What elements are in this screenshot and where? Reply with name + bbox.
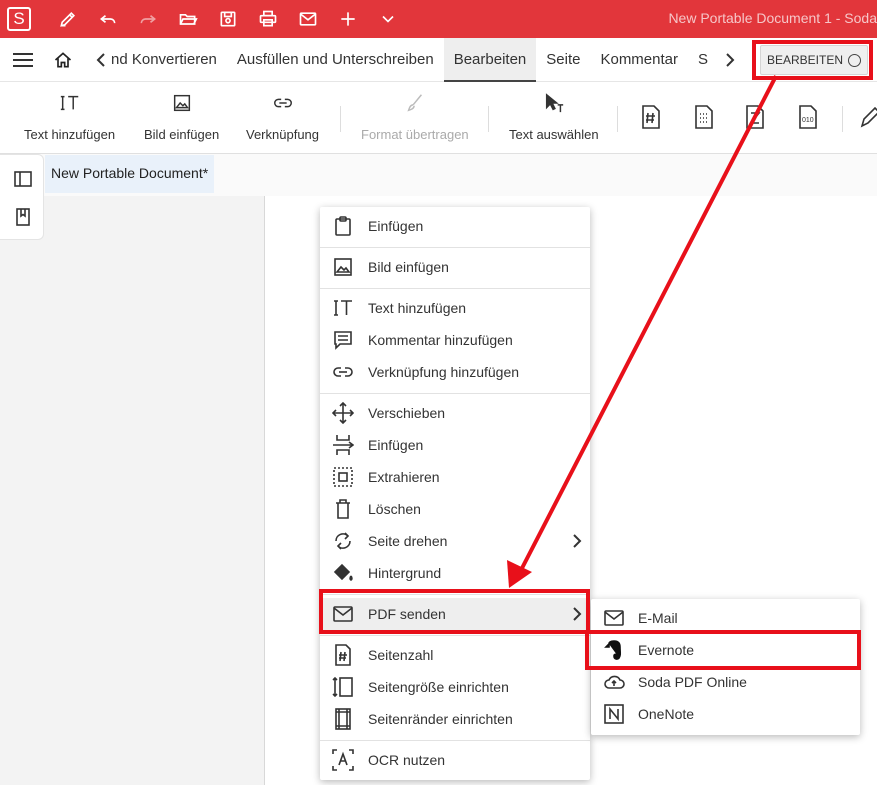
svg-text:010: 010	[802, 117, 814, 124]
panel-icon[interactable]	[13, 169, 33, 189]
plus-icon[interactable]	[337, 8, 359, 30]
menu-item-add-comment[interactable]: Kommentar hinzufügen	[320, 324, 590, 356]
onenote-icon	[603, 703, 625, 725]
annotation-highlight-edit-toggle	[752, 40, 873, 80]
menu-item-delete[interactable]: Löschen	[320, 493, 590, 525]
text-add-icon	[332, 297, 354, 319]
edit-icon[interactable]	[858, 104, 877, 130]
tab-bearbeiten[interactable]: Bearbeiten	[443, 37, 537, 82]
chevron-down-icon[interactable]	[377, 8, 399, 30]
menu-divider	[320, 247, 590, 248]
mail-icon	[603, 607, 625, 629]
page-grid-icon[interactable]	[692, 104, 716, 130]
rotate-icon	[332, 530, 354, 552]
tab-konvertieren[interactable]: nd Konvertieren	[107, 38, 227, 82]
trash-icon	[332, 498, 354, 520]
ribbon-tabs: nd Konvertieren Ausfüllen und Unterschre…	[0, 37, 877, 82]
tab-ausfuellen[interactable]: Ausfüllen und Unterschreiben	[227, 38, 444, 82]
menu-item-add-text[interactable]: Text hinzufügen	[320, 292, 590, 324]
document-tab[interactable]: New Portable Document*	[45, 155, 214, 193]
menu-item-insert-image[interactable]: Bild einfügen	[320, 251, 590, 283]
chevron-right-icon[interactable]	[724, 50, 736, 70]
mail-icon[interactable]	[297, 8, 319, 30]
select-text-button[interactable]: Text auswählen	[509, 92, 599, 142]
page-z-icon[interactable]	[743, 104, 767, 130]
title-bar: S New Portable Document 1 - Soda	[0, 0, 877, 38]
submenu-chevron-icon	[572, 534, 582, 548]
ocr-icon	[332, 749, 354, 771]
tab-s-truncated[interactable]: S	[688, 38, 718, 82]
print-icon[interactable]	[257, 8, 279, 30]
menu-item-paste[interactable]: Einfügen	[320, 210, 590, 242]
home-icon[interactable]	[53, 50, 73, 70]
app-logo[interactable]: S	[7, 7, 31, 31]
link-icon	[332, 361, 354, 383]
chevron-left-icon[interactable]	[95, 50, 107, 70]
menu-item-page-size[interactable]: Seitengröße einrichten	[320, 671, 590, 703]
page-margins-icon	[332, 708, 354, 730]
menu-item-page-number[interactable]: Seitenzahl	[320, 639, 590, 671]
context-menu: Einfügen Bild einfügen Text hinzufügen K…	[320, 207, 590, 780]
brush-icon	[404, 92, 426, 119]
link-icon	[272, 92, 294, 119]
tab-seite[interactable]: Seite	[536, 38, 590, 82]
menu-item-background[interactable]: Hintergrund	[320, 557, 590, 589]
ribbon-divider	[488, 106, 489, 132]
window-title: New Portable Document 1 - Soda	[668, 10, 877, 26]
extract-icon	[332, 466, 354, 488]
redo-icon[interactable]	[137, 8, 159, 30]
image-icon	[332, 256, 354, 278]
annotation-highlight-send-pdf	[319, 589, 590, 634]
menu-divider	[320, 740, 590, 741]
ribbon-divider	[340, 106, 341, 132]
annotation-highlight-evernote	[585, 630, 861, 670]
menu-item-page-margins[interactable]: Seitenränder einrichten	[320, 703, 590, 735]
page-binary-icon[interactable]: 010	[796, 104, 820, 130]
paint-bucket-icon	[332, 562, 354, 584]
menu-item-insert-page[interactable]: Einfügen	[320, 429, 590, 461]
ribbon-divider	[617, 106, 618, 132]
menu-divider	[320, 288, 590, 289]
text-add-button[interactable]: Text hinzufügen	[24, 92, 115, 142]
menu-item-add-link[interactable]: Verknüpfung hinzufügen	[320, 356, 590, 388]
bookmark-icon[interactable]	[13, 207, 33, 227]
save-icon[interactable]	[217, 8, 239, 30]
menu-item-rotate-page[interactable]: Seite drehen	[320, 525, 590, 557]
image-insert-button[interactable]: Bild einfügen	[144, 92, 219, 142]
move-icon	[331, 401, 355, 425]
ribbon: Text hinzufügen Bild einfügen Verknüpfun…	[0, 82, 877, 154]
insert-page-icon	[332, 434, 355, 456]
text-add-icon	[59, 92, 81, 119]
menu-icon[interactable]	[13, 52, 33, 67]
menu-item-ocr[interactable]: OCR nutzen	[320, 744, 590, 776]
cursor-text-icon	[543, 92, 565, 119]
comment-icon	[332, 329, 354, 351]
clipboard-icon	[332, 215, 354, 237]
ribbon-divider	[842, 106, 843, 132]
page-number-icon	[332, 644, 354, 666]
undo-icon[interactable]	[97, 8, 119, 30]
page-number-icon[interactable]	[639, 104, 663, 130]
side-panel	[0, 154, 44, 240]
menu-divider	[320, 393, 590, 394]
page-size-icon	[332, 676, 354, 698]
open-folder-icon[interactable]	[177, 8, 199, 30]
submenu-item-soda-pdf-online[interactable]: Soda PDF Online	[591, 666, 860, 698]
link-button[interactable]: Verknüpfung	[246, 92, 319, 142]
submenu-item-onenote[interactable]: OneNote	[591, 698, 860, 730]
format-painter-button[interactable]: Format übertragen	[361, 92, 469, 142]
menu-item-extract[interactable]: Extrahieren	[320, 461, 590, 493]
tab-kommentar[interactable]: Kommentar	[590, 38, 688, 82]
image-icon	[171, 92, 193, 119]
pen-icon[interactable]	[57, 8, 79, 30]
cloud-icon	[603, 671, 625, 693]
menu-item-move[interactable]: Verschieben	[320, 397, 590, 429]
menu-divider	[320, 635, 590, 636]
